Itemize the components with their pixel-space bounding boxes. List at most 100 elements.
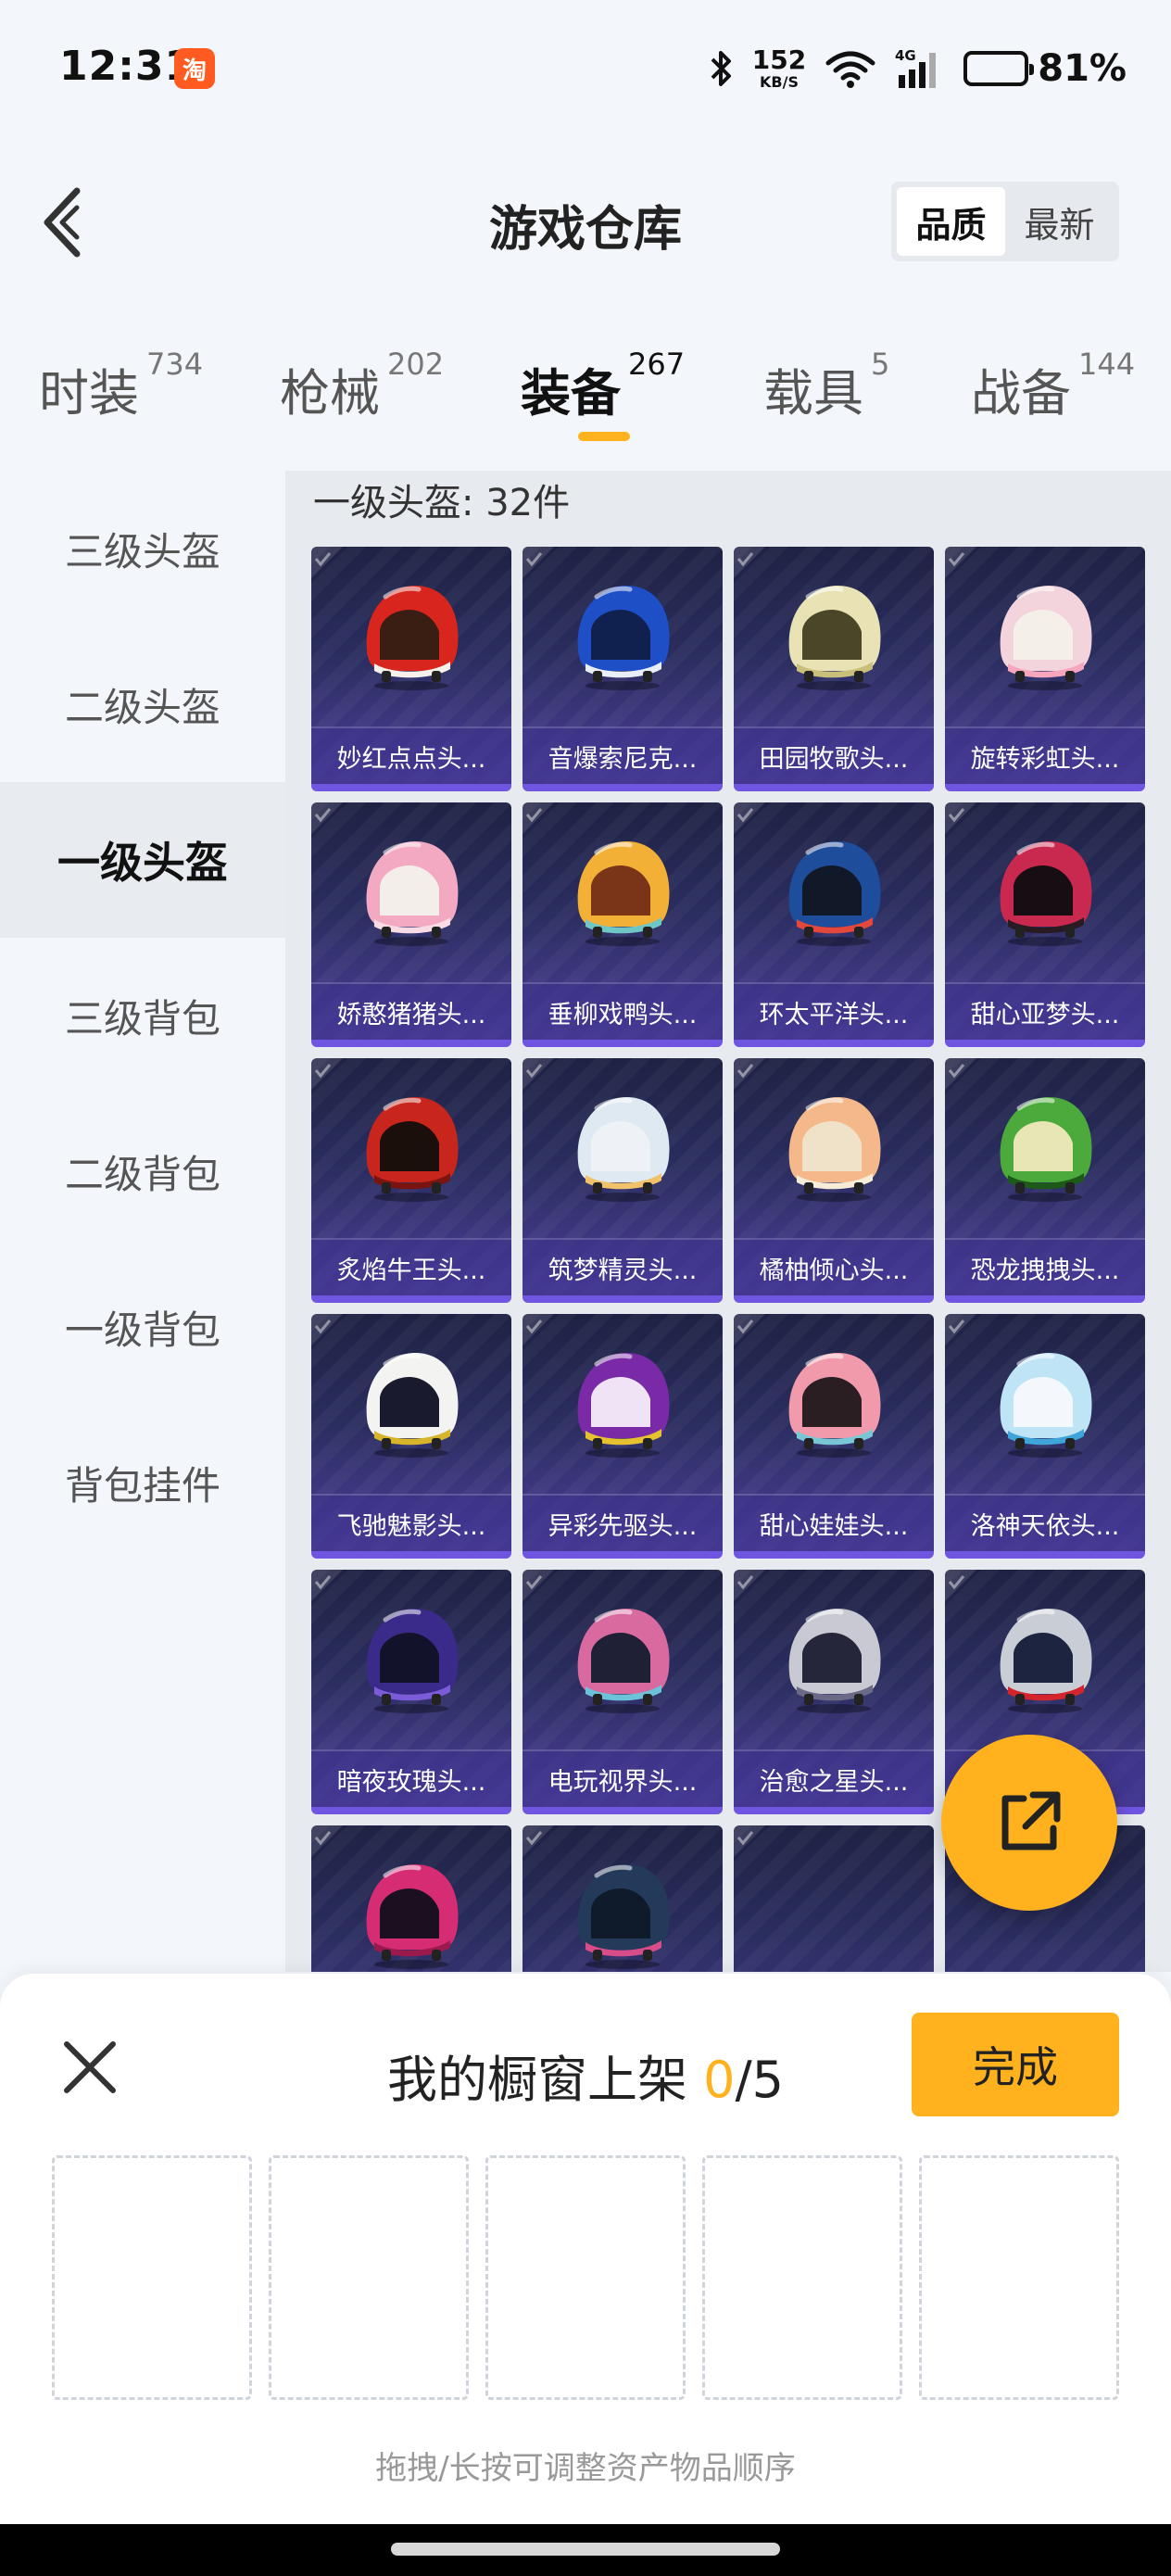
- item-card[interactable]: 橘柚倾心头...: [734, 1058, 934, 1303]
- helmet-icon: [366, 1609, 459, 1713]
- helmet-icon: [1000, 586, 1092, 690]
- sidebar-item-level1-helmet[interactable]: 一级头盔: [0, 782, 285, 938]
- tab-count: 144: [1078, 347, 1136, 382]
- select-check-icon[interactable]: [523, 802, 554, 834]
- helmet-icon: [788, 841, 881, 946]
- select-check-icon[interactable]: [734, 802, 765, 834]
- item-card[interactable]: 炙焰牛王头...: [311, 1058, 511, 1303]
- item-card[interactable]: 环太平洋头...: [734, 802, 934, 1047]
- showcase-slot[interactable]: [269, 2155, 469, 2400]
- section-title: 一级头盔: 32件: [313, 482, 571, 524]
- select-check-icon[interactable]: [734, 1825, 765, 1857]
- sort-option-quality[interactable]: 品质: [897, 187, 1005, 256]
- select-check-icon[interactable]: [311, 547, 343, 578]
- network-type-label: 4G: [895, 47, 916, 64]
- item-card[interactable]: 音爆索尼克...: [523, 547, 723, 791]
- sidebar-item-level3-backpack[interactable]: 三级背包: [0, 938, 285, 1093]
- item-card[interactable]: 飞驰魅影头...: [311, 1314, 511, 1559]
- item-card[interactable]: 洛神天依头...: [945, 1314, 1145, 1559]
- category-tabs: 时装 734 枪械 202 装备 267 载具 5 战备 144: [0, 343, 1171, 454]
- item-card[interactable]: [311, 1825, 511, 1972]
- select-check-icon[interactable]: [311, 1314, 343, 1345]
- item-card[interactable]: 旋转彩虹头...: [945, 547, 1145, 791]
- sidebar-item-level2-backpack[interactable]: 二级背包: [0, 1093, 285, 1249]
- item-name: 娇憨猪猪头...: [336, 1000, 486, 1029]
- item-card[interactable]: 垂柳戏鸭头...: [523, 802, 723, 1047]
- showcase-slot[interactable]: [485, 2155, 686, 2400]
- sort-option-newest[interactable]: 最新: [1005, 187, 1114, 256]
- tab-weapons[interactable]: 枪械 202: [280, 347, 444, 425]
- helmet-icon: [577, 1609, 670, 1713]
- select-check-icon[interactable]: [523, 547, 554, 578]
- item-card[interactable]: 电玩视界头...: [523, 1570, 723, 1814]
- battery-percent: 81%: [1038, 47, 1127, 90]
- select-check-icon[interactable]: [523, 1314, 554, 1345]
- helmet-icon: [788, 1609, 881, 1713]
- item-card[interactable]: 妙红点点头...: [311, 547, 511, 791]
- item-card[interactable]: 恐龙拽拽头...: [945, 1058, 1145, 1303]
- item-card[interactable]: 甜心亚梦头...: [945, 802, 1145, 1047]
- item-card[interactable]: 异彩先驱头...: [523, 1314, 723, 1559]
- helmet-icon: [577, 841, 670, 946]
- share-button[interactable]: [941, 1735, 1117, 1911]
- select-check-icon[interactable]: [523, 1570, 554, 1601]
- helmet-icon: [788, 1097, 881, 1202]
- item-card[interactable]: 治愈之星头...: [734, 1570, 934, 1814]
- item-card[interactable]: 甜心娃娃头...: [734, 1314, 934, 1559]
- select-check-icon[interactable]: [311, 1058, 343, 1090]
- sidebar-item-level1-backpack[interactable]: 一级背包: [0, 1249, 285, 1405]
- net-speed-unit: KB/S: [760, 73, 799, 91]
- tab-count: 5: [871, 347, 890, 382]
- tab-vehicles[interactable]: 载具 5: [763, 347, 889, 425]
- helmet-icon: [577, 1864, 670, 1969]
- select-check-icon[interactable]: [734, 1058, 765, 1090]
- select-check-icon[interactable]: [734, 1570, 765, 1601]
- item-card[interactable]: [734, 1825, 934, 1972]
- item-name-bar: 田园牧歌头...: [734, 726, 934, 784]
- tab-label: 时装: [39, 364, 139, 423]
- item-name-bar: 炙焰牛王头...: [311, 1238, 511, 1295]
- select-check-icon[interactable]: [945, 802, 976, 834]
- tab-fashion[interactable]: 时装 734: [39, 347, 203, 425]
- showcase-title-text: 我的橱窗上架: [386, 2051, 704, 2109]
- select-check-icon[interactable]: [734, 547, 765, 578]
- select-check-icon[interactable]: [523, 1058, 554, 1090]
- wifi-icon: [825, 48, 876, 89]
- tab-equipment[interactable]: 装备 267: [521, 347, 685, 425]
- item-name-bar: 恐龙拽拽头...: [945, 1238, 1145, 1295]
- home-indicator[interactable]: [391, 2543, 780, 2556]
- select-check-icon[interactable]: [734, 1314, 765, 1345]
- sort-toggle[interactable]: 品质 最新: [891, 182, 1119, 261]
- helmet-icon: [366, 1864, 459, 1969]
- select-check-icon[interactable]: [523, 1825, 554, 1857]
- net-speed-value: 152: [751, 44, 807, 75]
- showcase-slot[interactable]: [919, 2155, 1119, 2400]
- select-check-icon[interactable]: [311, 1570, 343, 1601]
- done-button[interactable]: 完成: [912, 2013, 1119, 2116]
- item-name: 暗夜玫瑰头...: [336, 1767, 486, 1797]
- item-card[interactable]: 暗夜玫瑰头...: [311, 1570, 511, 1814]
- showcase-slot[interactable]: [702, 2155, 902, 2400]
- select-check-icon[interactable]: [311, 802, 343, 834]
- item-name-bar: 旋转彩虹头...: [945, 726, 1145, 784]
- showcase-slot[interactable]: [52, 2155, 252, 2400]
- select-check-icon[interactable]: [945, 547, 976, 578]
- sidebar-item-level3-helmet[interactable]: 三级头盔: [0, 471, 285, 626]
- sidebar-item-backpack-pendant[interactable]: 背包挂件: [0, 1405, 285, 1560]
- select-check-icon[interactable]: [311, 1825, 343, 1857]
- item-card[interactable]: [523, 1825, 723, 1972]
- helmet-icon: [1000, 841, 1092, 946]
- item-card[interactable]: 田园牧歌头...: [734, 547, 934, 791]
- sidebar-item-level2-helmet[interactable]: 二级头盔: [0, 626, 285, 782]
- item-card[interactable]: 筑梦精灵头...: [523, 1058, 723, 1303]
- select-check-icon[interactable]: [945, 1570, 976, 1601]
- share-export-icon: [1001, 1791, 1061, 1850]
- showcase-panel: 我的橱窗上架 0/5 完成 拖拽/长按可调整资产物品顺序: [0, 1974, 1171, 2524]
- helmet-icon: [788, 1353, 881, 1458]
- tab-supplies[interactable]: 战备 144: [971, 347, 1135, 425]
- select-check-icon[interactable]: [945, 1058, 976, 1090]
- item-name: 旋转彩虹头...: [970, 744, 1120, 774]
- item-card[interactable]: 娇憨猪猪头...: [311, 802, 511, 1047]
- item-name-bar: 环太平洋头...: [734, 982, 934, 1040]
- select-check-icon[interactable]: [945, 1314, 976, 1345]
